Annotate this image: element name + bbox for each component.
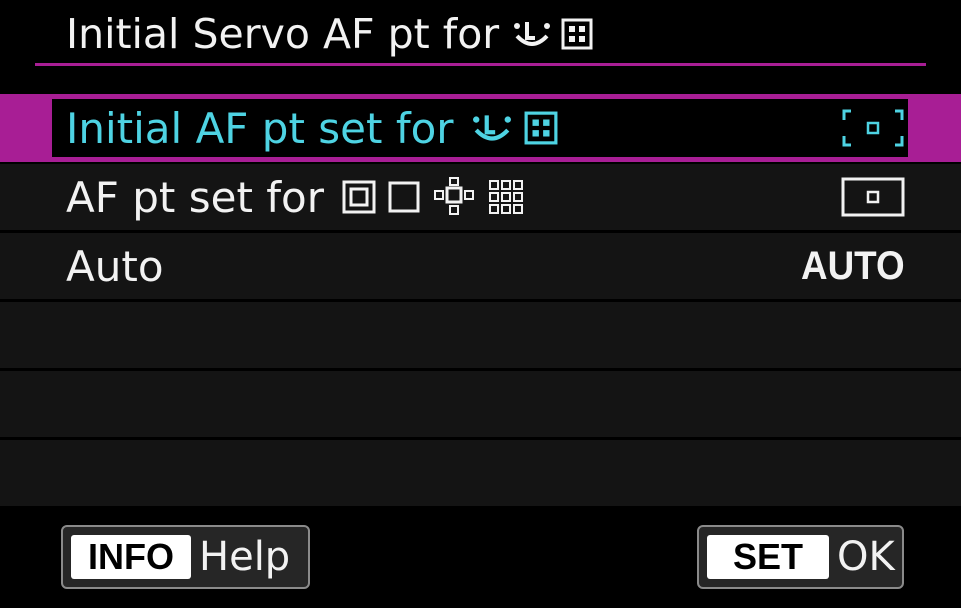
ok-label: OK xyxy=(837,534,895,580)
menu-item-empty xyxy=(0,302,961,368)
af-point-frame-icon xyxy=(841,177,905,217)
menu-item-label: Initial AF pt set for xyxy=(66,94,558,162)
menu-item-value xyxy=(841,164,905,230)
menu-item-label: AF pt set for xyxy=(66,164,524,230)
info-key: INFO xyxy=(71,535,191,579)
af-point-bracket-icon xyxy=(841,108,905,148)
face-tracking-icon xyxy=(513,18,551,50)
menu-item-label: Auto xyxy=(66,233,164,299)
menu-item-value: AUTO xyxy=(792,233,905,299)
af-area-icon xyxy=(524,111,558,145)
menu-item-empty xyxy=(0,440,961,506)
af-area-icon xyxy=(561,18,593,50)
set-ok-button[interactable]: SET OK xyxy=(697,525,904,589)
menu-item-auto[interactable]: Auto AUTO xyxy=(0,233,961,299)
title-divider xyxy=(35,63,926,66)
zone-af-icon xyxy=(488,179,524,215)
help-label: Help xyxy=(199,534,291,580)
set-key: SET xyxy=(707,535,829,579)
face-tracking-icon xyxy=(472,111,512,145)
info-help-button[interactable]: INFO Help xyxy=(61,525,310,589)
menu-item-value xyxy=(841,94,905,162)
single-point-af-icon xyxy=(388,181,420,213)
page-title: Initial Servo AF pt for xyxy=(66,6,593,62)
menu-item-label-text: Initial AF pt set for xyxy=(66,103,454,153)
auto-value: AUTO xyxy=(801,243,905,288)
menu-item-label-text: AF pt set for xyxy=(66,172,325,222)
page-title-text: Initial Servo AF pt for xyxy=(66,10,500,58)
menu-item-initial-af-pt-set[interactable]: Initial AF pt set for xyxy=(0,94,961,162)
menu-item-empty xyxy=(0,371,961,437)
spot-af-icon xyxy=(342,180,376,214)
menu-item-af-pt-set[interactable]: AF pt set for xyxy=(0,164,961,230)
menu-item-label-text: Auto xyxy=(66,241,164,291)
expand-af-icon xyxy=(432,177,476,217)
